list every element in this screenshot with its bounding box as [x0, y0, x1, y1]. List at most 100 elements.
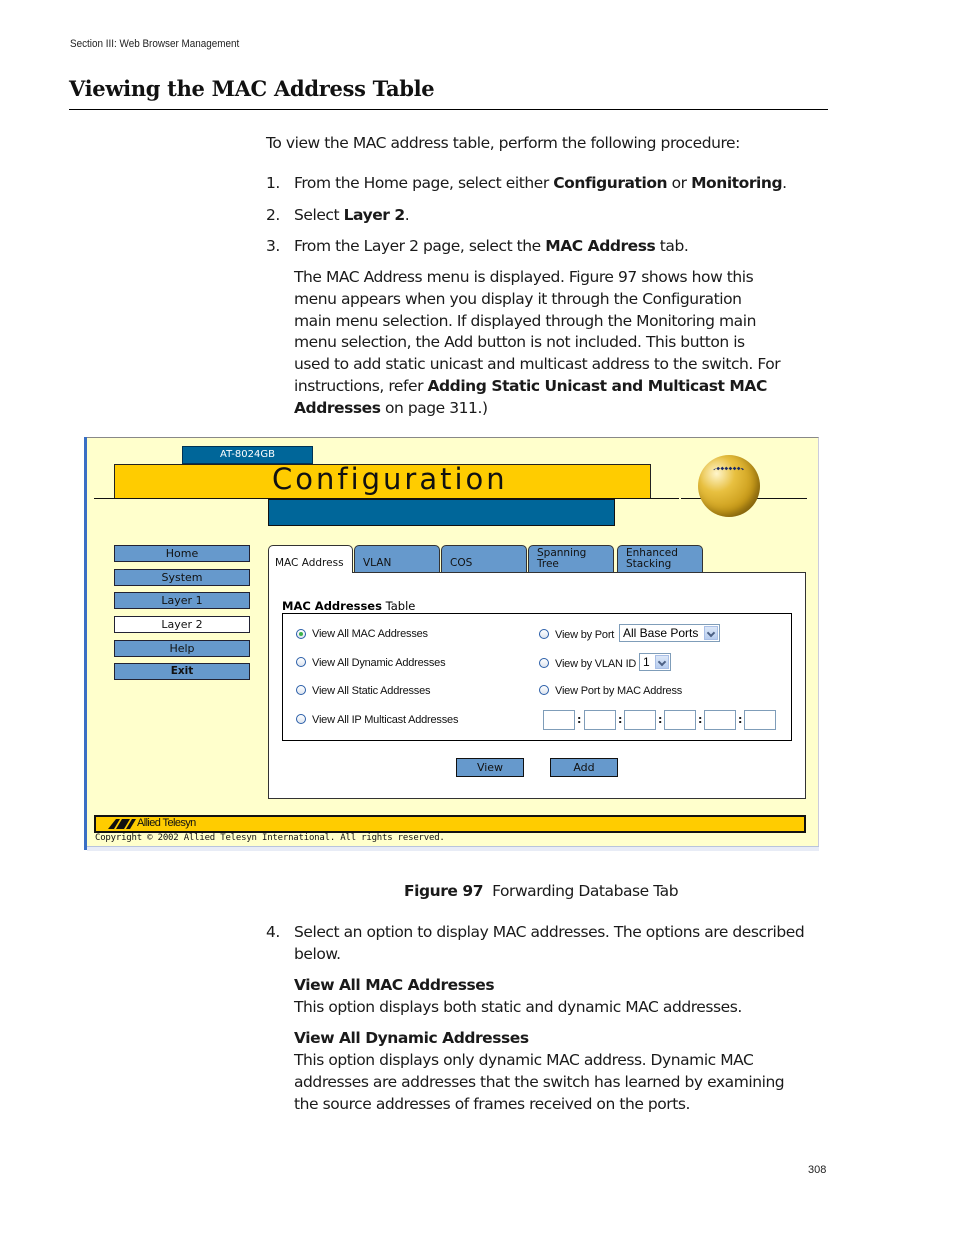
nav-help[interactable]: Help: [114, 640, 250, 657]
copyright-text: Copyright © 2002 Allied Telesyn Internat…: [95, 833, 445, 843]
mac-octet-5-input[interactable]: [704, 710, 736, 730]
figure-number: Figure 97: [404, 882, 484, 900]
bold-term: Layer 2: [343, 206, 406, 224]
view-button[interactable]: View: [456, 758, 524, 777]
config-heading: Configuration: [272, 462, 508, 496]
mac-separator: :: [618, 713, 623, 726]
tab-label: Tree: [537, 558, 559, 570]
mac-octet-3-input[interactable]: [624, 710, 656, 730]
step-number: 2.: [266, 206, 280, 224]
radio-view-all-ip-multicast[interactable]: [296, 714, 306, 724]
step-number: 1.: [266, 174, 280, 192]
mac-octet-1-input[interactable]: [543, 710, 575, 730]
note-line: Addresses on page 311.): [294, 398, 829, 420]
option-heading: View All MAC Addresses: [294, 976, 495, 994]
mac-separator: :: [577, 713, 582, 726]
tab-spanning-tree[interactable]: Spanning Tree: [528, 545, 614, 572]
mac-separator: :: [658, 713, 663, 726]
option-label: View Port by MAC Address: [555, 685, 683, 697]
select-value: 1: [643, 655, 650, 669]
tab-enhanced-stacking[interactable]: Enhanced Stacking: [617, 545, 703, 572]
bold-term: Monitoring: [691, 174, 783, 192]
step-number: 3.: [266, 237, 280, 255]
option-description: This option displays only dynamic MAC ad…: [294, 1050, 829, 1115]
text: .: [404, 206, 410, 224]
text: MAC Addresses: [282, 599, 382, 613]
nav-layer-1[interactable]: Layer 1: [114, 592, 250, 609]
text: tab.: [655, 237, 689, 255]
note-line: used to add static unicast and multicast…: [294, 355, 781, 374]
window-scrollbar: [87, 846, 819, 851]
cross-reference: Adding Static Unicast and Multicast MAC: [427, 376, 767, 395]
mac-octet-6-input[interactable]: [744, 710, 776, 730]
text-line: addresses are addresses that the switch …: [294, 1072, 785, 1091]
step-text: Select Layer 2.: [294, 205, 834, 227]
title-divider: [69, 109, 828, 110]
note-line: The MAC Address menu is displayed. Figur…: [294, 268, 754, 286]
text-line: This option displays only dynamic MAC ad…: [294, 1051, 754, 1069]
option-label: View by VLAN ID: [555, 658, 637, 670]
intro-text: To view the MAC address table, perform t…: [266, 134, 740, 152]
section-header: Section III: Web Browser Management: [70, 38, 240, 50]
mac-separator: :: [698, 713, 703, 726]
select-value: All Base Ports: [623, 626, 699, 640]
allied-telesyn-logo-icon: [108, 819, 136, 829]
note-line: instructions, refer Adding Static Unicas…: [294, 376, 829, 398]
mac-octet-2-input[interactable]: [584, 710, 616, 730]
option-label: View All MAC Addresses: [312, 628, 428, 640]
text-line: Select an option to display MAC addresse…: [294, 923, 805, 941]
step-text: From the Layer 2 page, select the MAC Ad…: [294, 236, 834, 258]
radio-view-by-port[interactable]: [539, 629, 549, 639]
radio-view-port-by-mac[interactable]: [539, 685, 549, 695]
radio-view-by-vlan[interactable]: [539, 658, 549, 668]
option-label: View All Dynamic Addresses: [312, 657, 446, 669]
bold-term: Configuration: [553, 174, 668, 192]
text: .: [782, 174, 787, 192]
text: Table: [381, 599, 416, 613]
mac-octet-4-input[interactable]: [664, 710, 696, 730]
note-line: main menu selection. If displayed throug…: [294, 311, 756, 330]
globe-pattern: ◆◆◆◆◆◆◆◆◆◆◆◆◆◆◆◆◆◆◆◆◆◆◆◆◆◆◆◆◆◆◆◆◆◆◆◆◆◆◆◆…: [704, 465, 754, 472]
tab-label: Stacking: [626, 558, 672, 570]
option-heading: View All Dynamic Addresses: [294, 1029, 529, 1047]
window-edge: [84, 437, 87, 850]
header-subband: [268, 499, 615, 526]
text: instructions, refer: [294, 376, 428, 395]
text: Select: [294, 206, 344, 224]
text: or: [667, 174, 692, 192]
add-button[interactable]: Add: [550, 758, 618, 777]
tab-cos[interactable]: COS: [441, 545, 527, 572]
step-3-note: The MAC Address menu is displayed. Figur…: [294, 267, 829, 420]
note-line: menu appears when you display it through…: [294, 289, 742, 308]
vlan-select[interactable]: 1: [639, 653, 671, 671]
note-line: menu selection, the Add button is not in…: [294, 333, 745, 352]
radio-view-all-dynamic[interactable]: [296, 657, 306, 667]
page-number: 308: [808, 1164, 827, 1176]
text: on page 311.): [380, 398, 488, 417]
text: From the Layer 2 page, select the: [294, 237, 546, 255]
nav-home[interactable]: Home: [114, 545, 250, 562]
step-number: 4.: [266, 923, 280, 941]
text-line: the source addresses of frames received …: [294, 1094, 690, 1113]
chevron-down-icon[interactable]: [655, 655, 669, 669]
footer-band: [94, 815, 806, 833]
text-line: below.: [294, 944, 341, 963]
figure-caption: Figure 97 Forwarding Database Tab: [404, 881, 679, 903]
mac-separator: :: [738, 713, 743, 726]
bold-term: MAC Address: [545, 237, 656, 255]
page-title: Viewing the MAC Address Table: [69, 76, 435, 101]
brand-name: Allied Telesyn: [137, 817, 196, 829]
tab-mac-address[interactable]: MAC Address: [268, 545, 353, 573]
tab-vlan[interactable]: VLAN: [354, 545, 440, 572]
nav-exit[interactable]: Exit: [114, 663, 250, 680]
nav-layer-2[interactable]: Layer 2: [114, 616, 250, 633]
radio-view-all-static[interactable]: [296, 685, 306, 695]
chevron-down-icon[interactable]: [704, 626, 718, 640]
figure-title: Forwarding Database Tab: [492, 882, 679, 900]
radio-view-all-mac[interactable]: [296, 629, 306, 639]
port-select[interactable]: All Base Ports: [619, 624, 720, 642]
text: From the Home page, select either: [294, 174, 554, 192]
option-label: View by Port: [555, 629, 615, 641]
nav-system[interactable]: System: [114, 569, 250, 586]
table-title: MAC Addresses Table: [282, 599, 415, 613]
